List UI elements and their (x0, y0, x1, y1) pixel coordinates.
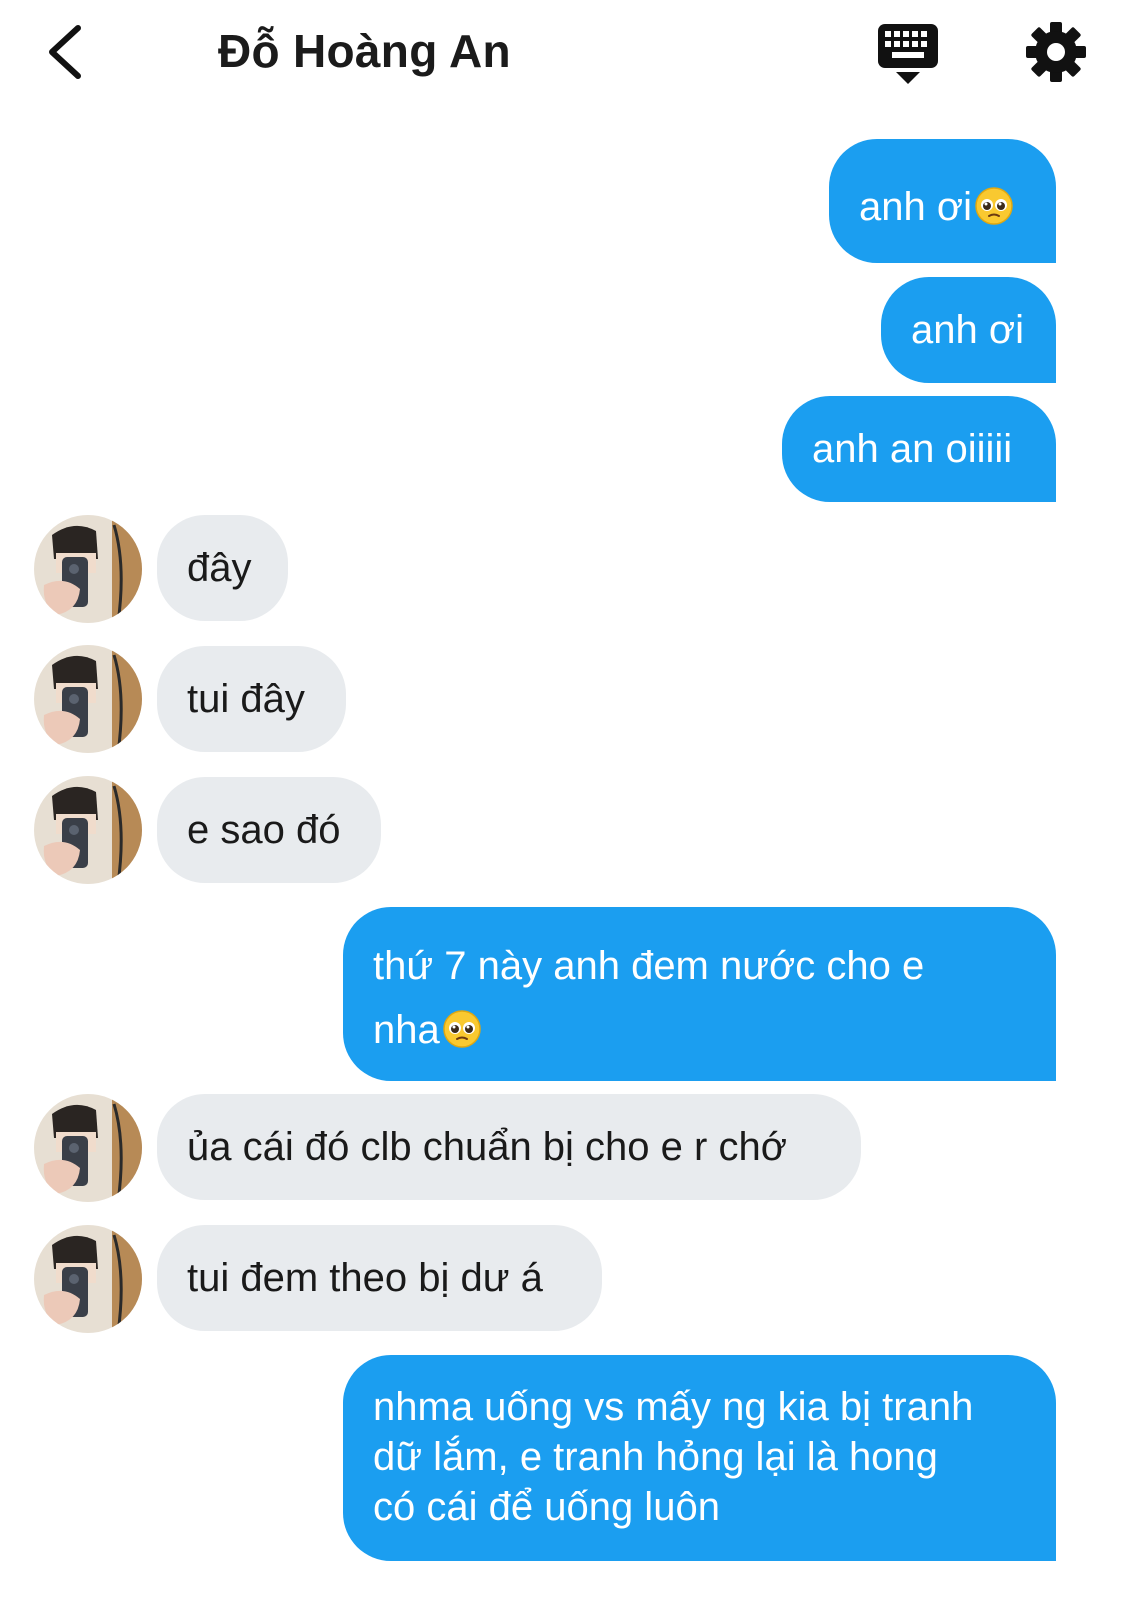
contact-avatar[interactable] (34, 515, 142, 623)
conversation-title: Đỗ Hoàng An (218, 25, 511, 77)
message-outgoing[interactable]: anh an oiiiii (782, 396, 1056, 502)
message-incoming[interactable]: e sao đó (157, 777, 381, 883)
message-text: anh ơi (859, 185, 972, 229)
message-text: nha (373, 1008, 440, 1052)
back-button[interactable] (40, 20, 100, 84)
keyboard-icon (878, 24, 938, 84)
message-incoming[interactable]: tui đem theo bị dư á (157, 1225, 602, 1331)
contact-avatar[interactable] (34, 645, 142, 753)
message-text: tui đây (187, 677, 305, 721)
message-text: anh ơi (911, 308, 1024, 352)
chat-screen: Đỗ Hoàng An anh ơi anh ơi anh an oiiiii … (0, 0, 1125, 1617)
contact-avatar[interactable] (34, 776, 142, 884)
message-text-line: nha (373, 998, 1056, 1062)
message-text: anh an oiiiii (812, 427, 1013, 471)
message-text-line: nhma uống vs mấy ng kia bị tranh (373, 1385, 974, 1429)
avatar-photo (34, 1225, 142, 1333)
message-text: tui đem theo bị dư á (187, 1256, 543, 1300)
keyboard-toggle-button[interactable] (876, 22, 944, 86)
message-text: ủa cái đó clb chuẩn bị cho e r chớ (187, 1125, 787, 1169)
avatar-photo (34, 645, 142, 753)
contact-avatar[interactable] (34, 1094, 142, 1202)
contact-avatar[interactable] (34, 1225, 142, 1333)
message-outgoing[interactable]: nhma uống vs mấy ng kia bị tranh dữ lắm,… (343, 1355, 1056, 1561)
message-text: e sao đó (187, 808, 341, 852)
gear-icon (1026, 22, 1086, 82)
message-incoming[interactable]: tui đây (157, 646, 346, 752)
avatar-photo (34, 515, 142, 623)
message-text: đây (187, 546, 252, 590)
pleading-face-emoji (443, 1010, 481, 1048)
settings-button[interactable] (1024, 20, 1088, 84)
message-outgoing[interactable]: anh ơi (829, 139, 1056, 263)
chevron-left-icon (49, 25, 81, 79)
message-text-line: có cái để uống luôn (373, 1485, 720, 1529)
message-text-line: thứ 7 này anh đem nước cho e (373, 944, 925, 988)
avatar-photo (34, 776, 142, 884)
message-incoming[interactable]: đây (157, 515, 288, 621)
message-text-line: dữ lắm, e tranh hỏng lại là hong (373, 1435, 938, 1479)
message-incoming[interactable]: ủa cái đó clb chuẩn bị cho e r chớ (157, 1094, 861, 1200)
avatar-photo (34, 1094, 142, 1202)
message-outgoing[interactable]: anh ơi (881, 277, 1056, 383)
pleading-face-emoji (975, 187, 1013, 225)
chat-header: Đỗ Hoàng An (0, 0, 1125, 110)
message-outgoing[interactable]: thứ 7 này anh đem nước cho e nha (343, 907, 1056, 1081)
